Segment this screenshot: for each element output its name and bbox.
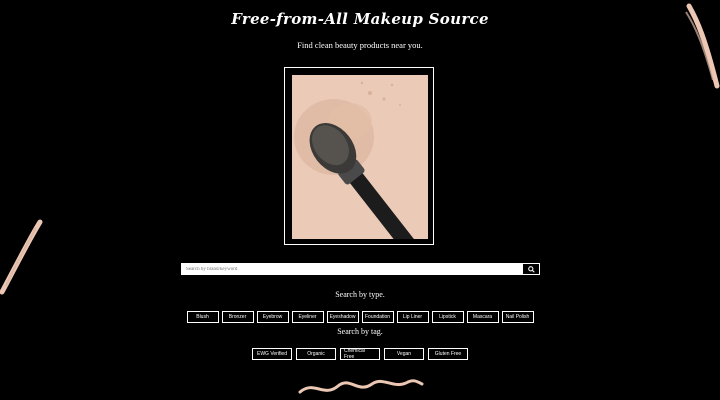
type-button-mascara[interactable]: Mascara	[466, 311, 499, 323]
tag-button-chemical-free[interactable]: Chemical Free	[340, 348, 380, 360]
search-input[interactable]	[182, 264, 523, 274]
type-button-blush[interactable]: Blush	[186, 311, 219, 323]
type-button-nail-polish[interactable]: Nail Polish	[501, 311, 534, 323]
type-button-eyeliner[interactable]: Eyeliner	[291, 311, 324, 323]
page-title: Free-from-All Makeup Source	[231, 10, 489, 28]
brush-stroke-bottom-squiggle	[298, 379, 424, 394]
tag-button-ewg-verified[interactable]: EWG Verified	[252, 348, 292, 360]
page-subtitle: Find clean beauty products near you.	[297, 40, 423, 50]
type-button-foundation[interactable]: Foundation	[361, 311, 394, 323]
type-button-lip-liner[interactable]: Lip Liner	[396, 311, 429, 323]
tag-button-gluten-free[interactable]: Gluten Free	[428, 348, 468, 360]
type-button-eyebrow[interactable]: Eyebrow	[256, 311, 289, 323]
hero-image	[292, 75, 428, 239]
search-bar	[181, 263, 540, 275]
search-icon	[527, 265, 535, 273]
type-button-bronzer[interactable]: Bronzer	[221, 311, 254, 323]
brush-stroke-left	[0, 219, 43, 295]
tag-section-label: Search by tag.	[337, 327, 383, 336]
search-button[interactable]	[523, 264, 539, 274]
type-button-row: Blush Bronzer Eyebrow Eyeliner Eyeshadow…	[0, 311, 720, 323]
type-section-label: Search by type.	[335, 290, 385, 299]
type-button-eyeshadow[interactable]: Eyeshadow	[326, 311, 359, 323]
tag-button-row: EWG Verified Organic Chemical Free Vegan…	[0, 348, 720, 360]
type-button-lipstick[interactable]: Lipstick	[431, 311, 464, 323]
makeup-brush-icon	[294, 81, 415, 239]
tag-button-vegan[interactable]: Vegan	[384, 348, 424, 360]
tag-button-organic[interactable]: Organic	[296, 348, 336, 360]
